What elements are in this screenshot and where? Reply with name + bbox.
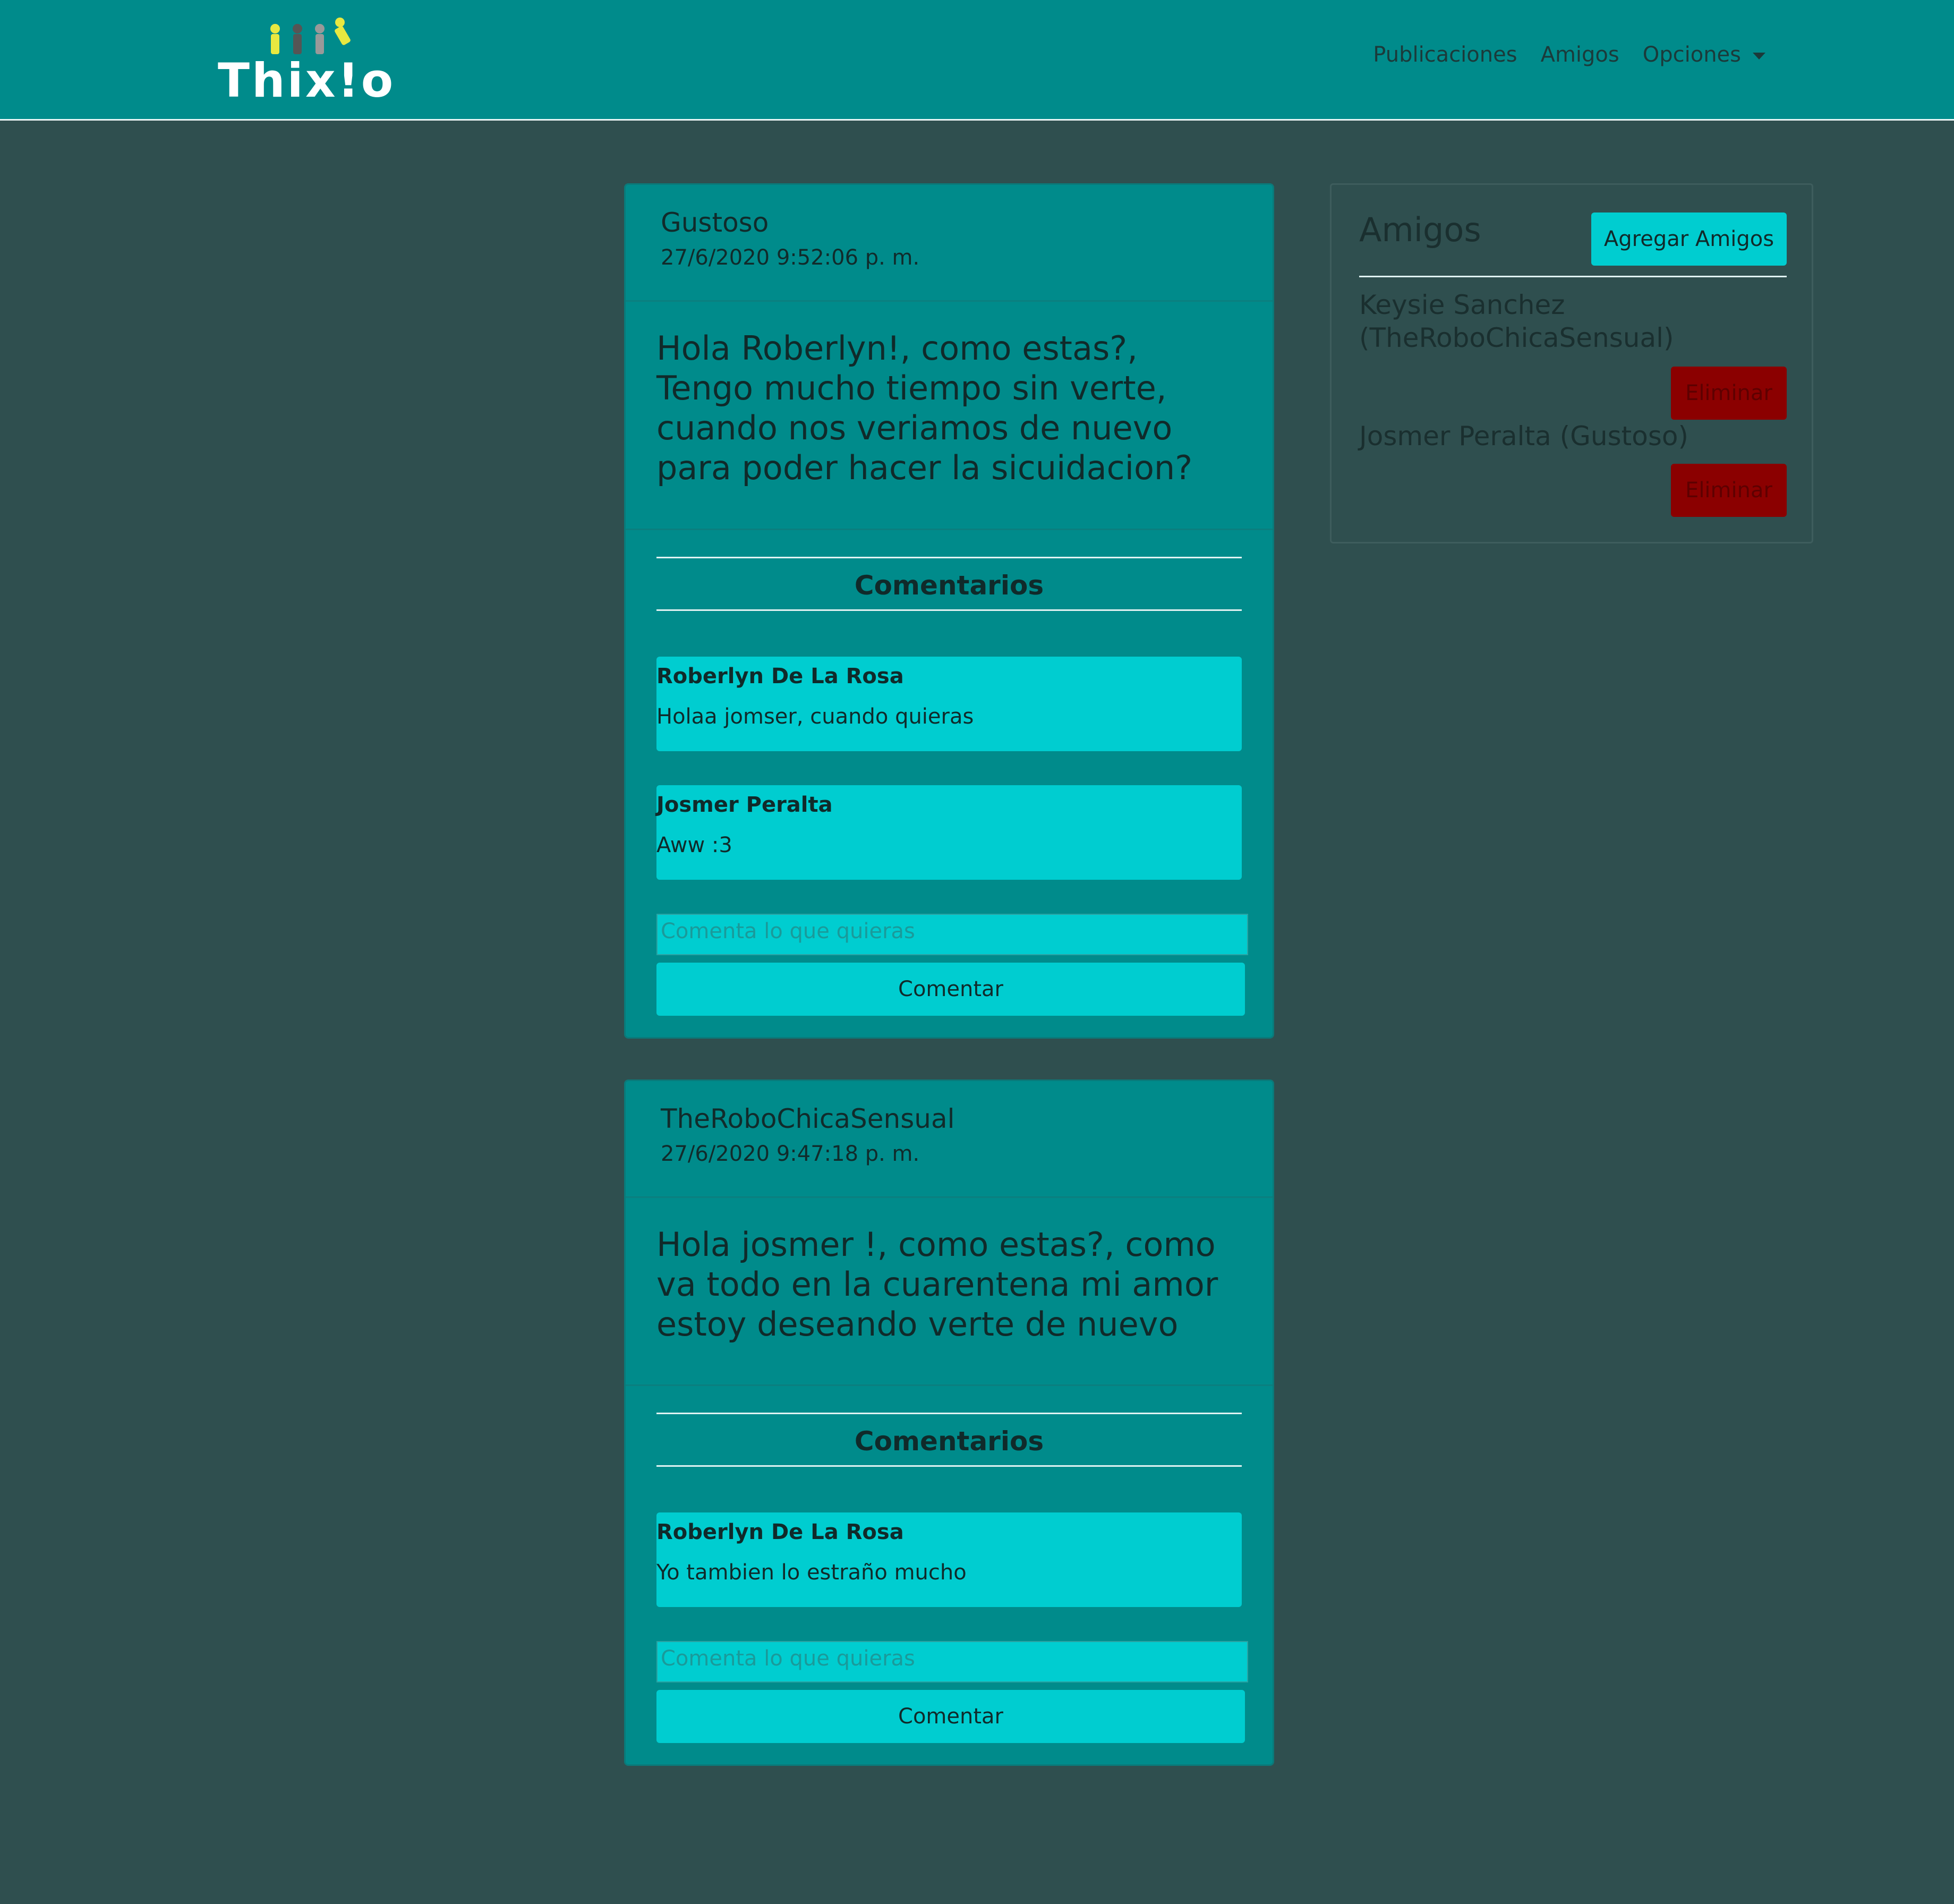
comment-text: Holaa jomser, cuando quieras [656, 704, 974, 729]
friends-panel: Amigos Agregar Amigos Keysie Sanchez (Th… [1330, 183, 1813, 543]
comment-item: Roberlyn De La Rosa Yo tambien lo estrañ… [656, 1512, 1242, 1607]
friend-name: Josmer Peralta (Gustoso) [1359, 421, 1688, 452]
comments-title: Comentarios [656, 557, 1242, 611]
delete-friend-button[interactable]: Eliminar [1671, 367, 1787, 420]
post-body: Hola Roberlyn!, como estas?, Tengo mucho… [626, 302, 1273, 530]
comments-section: Comentarios Roberlyn De La Rosa Yo tambi… [626, 1386, 1273, 1762]
comment-author: Josmer Peralta [656, 793, 833, 817]
post-date: 27/6/2020 9:52:06 p. m. [661, 245, 920, 270]
comments-title: Comentarios [656, 1413, 1242, 1467]
add-friends-button[interactable]: Agregar Amigos [1591, 212, 1787, 266]
post-author: Gustoso [661, 207, 769, 238]
comment-button[interactable]: Comentar [656, 1690, 1245, 1743]
nav-dropdown-label: Opciones [1642, 42, 1741, 67]
comment-text: Yo tambien lo estraño mucho [656, 1560, 967, 1585]
delete-friend-button[interactable]: Eliminar [1671, 464, 1787, 517]
divider [1359, 276, 1787, 277]
nav-link-amigos[interactable]: Amigos [1541, 42, 1619, 67]
friend-name: Keysie Sanchez (TheRoboChicaSensual) [1359, 290, 1674, 353]
brand-logo[interactable]: Thix!o [218, 16, 414, 109]
navbar: Thix!o Publicaciones Amigos Opciones [0, 0, 1954, 121]
comment-author: Roberlyn De La Rosa [656, 664, 904, 688]
post-author: TheRoboChicaSensual [661, 1103, 955, 1134]
comment-item: Josmer Peralta Aww :3 [656, 785, 1242, 880]
caret-down-icon [1753, 52, 1765, 60]
post-card: TheRoboChicaSensual 27/6/2020 9:47:18 p.… [624, 1080, 1274, 1766]
post-date: 27/6/2020 9:47:18 p. m. [661, 1142, 920, 1166]
nav-dropdown-opciones[interactable]: Opciones [1643, 42, 1765, 67]
post-card: Gustoso 27/6/2020 9:52:06 p. m. Hola Rob… [624, 183, 1274, 1039]
comment-item: Roberlyn De La Rosa Holaa jomser, cuando… [656, 657, 1242, 751]
comment-input[interactable] [656, 1641, 1248, 1682]
post-body: Hola josmer !, como estas?, como va todo… [626, 1198, 1273, 1386]
nav-link-publicaciones[interactable]: Publicaciones [1373, 42, 1517, 67]
post-header: TheRoboChicaSensual 27/6/2020 9:47:18 p.… [626, 1081, 1273, 1198]
brand-name: Thix!o [218, 53, 396, 108]
people-icon [270, 18, 351, 54]
comment-author: Roberlyn De La Rosa [656, 1520, 904, 1544]
comment-button[interactable]: Comentar [656, 963, 1245, 1016]
post-header: Gustoso 27/6/2020 9:52:06 p. m. [626, 185, 1273, 302]
comment-input[interactable] [656, 914, 1248, 955]
friends-title: Amigos [1359, 210, 1481, 249]
comments-section: Comentarios Roberlyn De La Rosa Holaa jo… [626, 530, 1273, 1035]
comment-text: Aww :3 [656, 833, 732, 857]
nav-links: Publicaciones Amigos Opciones [1373, 42, 1765, 67]
